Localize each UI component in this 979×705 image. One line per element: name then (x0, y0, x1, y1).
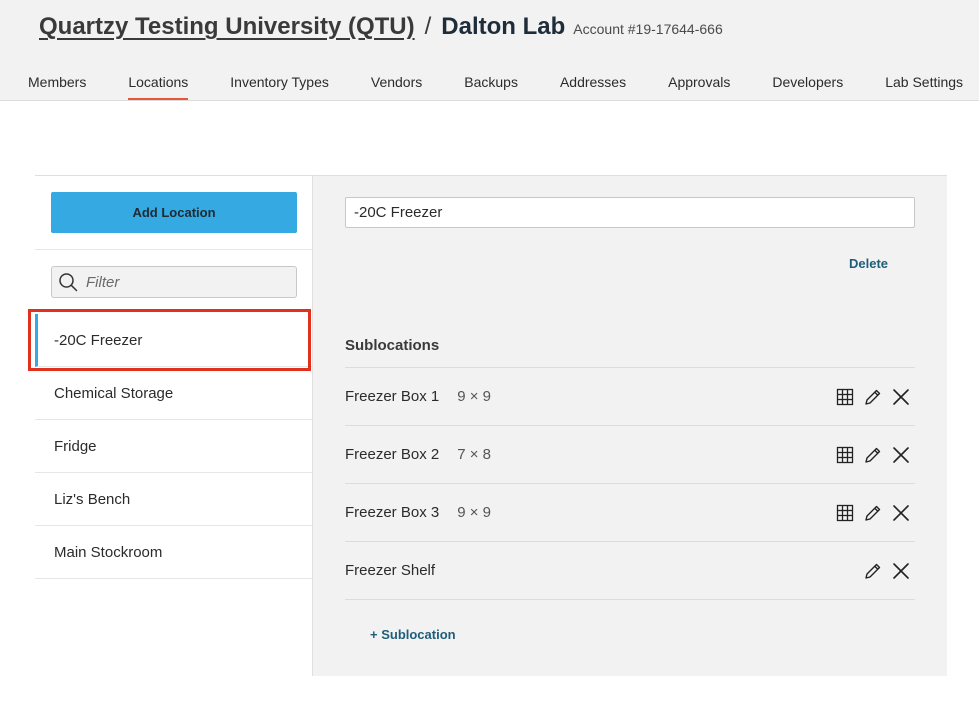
location-item-lizs-bench[interactable]: Liz's Bench (35, 473, 313, 526)
sublocation-row: Freezer Box 3 9 × 9 (345, 484, 915, 542)
locations-sidebar: Add Location -20C Freezer Chemical Stora… (35, 175, 313, 579)
divider (35, 249, 313, 250)
location-item-20c-freezer[interactable]: -20C Freezer (35, 314, 313, 367)
tab-backups[interactable]: Backups (464, 74, 518, 101)
sublocation-list: Freezer Box 1 9 × 9 Freezer Box 2 7 × 8 … (345, 367, 915, 600)
sublocation-actions (827, 387, 911, 407)
location-item-fridge[interactable]: Fridge (35, 420, 313, 473)
sublocation-actions (855, 561, 911, 581)
sublocation-name: Freezer Shelf (345, 562, 436, 579)
grid-icon[interactable] (835, 387, 855, 407)
tab-developers[interactable]: Developers (772, 74, 843, 101)
pencil-icon[interactable] (863, 503, 883, 523)
sublocation-dimensions: 7 × 8 (457, 446, 491, 463)
location-name-input[interactable] (345, 197, 915, 228)
pencil-icon[interactable] (863, 445, 883, 465)
location-detail-panel: Delete Sublocations Freezer Box 1 9 × 9 (312, 175, 947, 676)
pencil-icon[interactable] (863, 387, 883, 407)
add-sublocation-link[interactable]: + Sublocation (370, 627, 456, 642)
account-number: Account #19-17644-666 (573, 21, 723, 37)
org-link[interactable]: Quartzy Testing University (QTU) (39, 13, 415, 41)
sublocation-row: Freezer Shelf (345, 542, 915, 600)
tab-members[interactable]: Members (28, 74, 86, 101)
breadcrumb: Quartzy Testing University (QTU) / Dalto… (39, 13, 723, 41)
tab-approvals[interactable]: Approvals (668, 74, 730, 101)
filter-input[interactable] (86, 273, 286, 291)
pencil-icon[interactable] (863, 561, 883, 581)
tab-lab-settings[interactable]: Lab Settings (885, 74, 963, 101)
sublocation-dimensions: 9 × 9 (457, 504, 491, 521)
tab-inventory-types[interactable]: Inventory Types (230, 74, 329, 101)
location-item-main-stockroom[interactable]: Main Stockroom (35, 526, 313, 579)
sublocation-row: Freezer Box 2 7 × 8 (345, 426, 915, 484)
sublocation-actions (827, 503, 911, 523)
delete-location-link[interactable]: Delete (849, 256, 888, 271)
tab-vendors[interactable]: Vendors (371, 74, 422, 101)
tab-addresses[interactable]: Addresses (560, 74, 626, 101)
sublocation-name: Freezer Box 3 (345, 504, 440, 521)
location-item-chemical-storage[interactable]: Chemical Storage (35, 367, 313, 420)
sublocation-row: Freezer Box 1 9 × 9 (345, 368, 915, 426)
grid-icon[interactable] (835, 503, 855, 523)
sublocation-actions (827, 445, 911, 465)
sublocations-heading: Sublocations (345, 337, 440, 354)
location-list: -20C Freezer Chemical Storage Fridge Liz… (35, 314, 313, 579)
filter-field[interactable] (51, 266, 297, 298)
page-title: Dalton Lab (441, 13, 566, 40)
sublocation-name: Freezer Box 2 (345, 446, 440, 463)
add-location-button[interactable]: Add Location (51, 192, 297, 233)
close-icon[interactable] (891, 445, 911, 465)
search-icon (59, 273, 78, 292)
close-icon[interactable] (891, 503, 911, 523)
page-header: Quartzy Testing University (QTU) / Dalto… (0, 0, 979, 101)
sublocation-name: Freezer Box 1 (345, 388, 440, 405)
breadcrumb-separator: / (424, 13, 432, 40)
tab-locations[interactable]: Locations (128, 74, 188, 101)
sublocation-dimensions: 9 × 9 (457, 388, 491, 405)
close-icon[interactable] (891, 387, 911, 407)
close-icon[interactable] (891, 561, 911, 581)
settings-nav: Members Locations Inventory Types Vendor… (28, 74, 963, 101)
grid-icon[interactable] (835, 445, 855, 465)
